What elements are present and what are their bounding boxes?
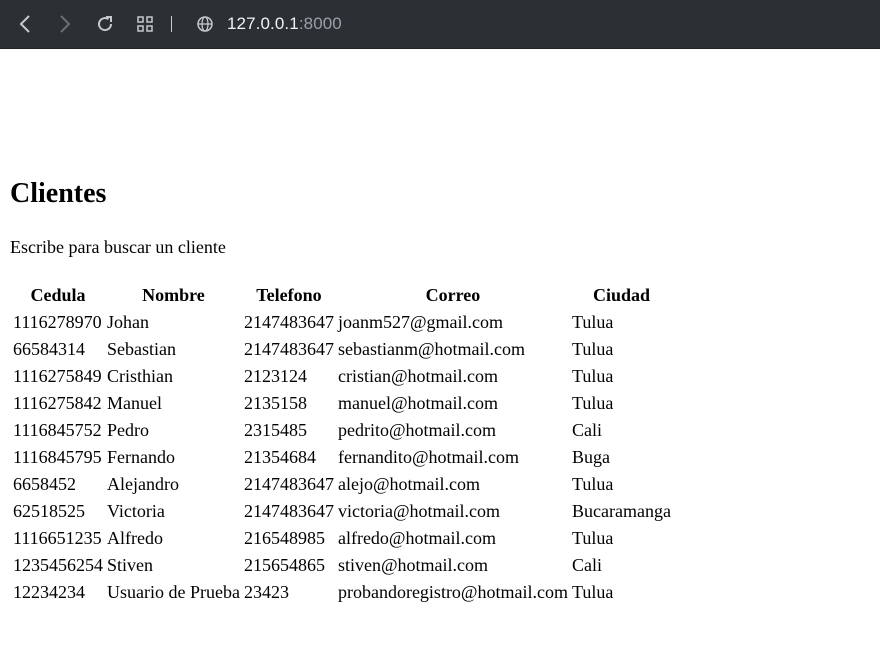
cell-cedula: 66584314: [13, 339, 85, 359]
table-row: 1235456254 Stiven 215654865 stiven@hotmail.…: [12, 553, 672, 578]
toolbar-divider: [171, 16, 172, 32]
table-row: 6658452 Alejandro 2147483647 alejo@hotmail.…: [12, 472, 672, 497]
table-row: 1116845795 Fernando 21354684 fernandito@hot…: [12, 445, 672, 470]
cell-telefono: 2147483647: [243, 339, 334, 359]
cell-ciudad: Tulua: [572, 582, 614, 602]
cell-ciudad: Tulua: [572, 393, 614, 413]
column-header-telefono: Telefono: [256, 285, 322, 305]
cell-nombre: Sebastian: [107, 339, 176, 359]
cell-telefono: 2315485: [243, 420, 307, 440]
cell-correo: manuel@hotmail.com: [337, 393, 499, 413]
table-row: 62518525 Victoria 2147483647 victoria@hotma…: [12, 499, 672, 524]
cell-nombre: Cristhian: [107, 366, 173, 386]
back-arrow-icon[interactable]: [15, 14, 35, 34]
cell-nombre: Usuario de Prueba: [107, 582, 240, 602]
cell-cedula: 62518525: [13, 501, 85, 521]
cell-ciudad: Tulua: [572, 528, 614, 548]
table-row: 1116275842 Manuel 2135158 manuel@hotmail.co…: [12, 391, 672, 416]
forward-arrow-icon[interactable]: [55, 14, 75, 34]
cell-telefono: 215654865: [243, 555, 325, 575]
cell-correo: stiven@hotmail.com: [337, 555, 489, 575]
cell-cedula: 1235456254: [13, 555, 103, 575]
cell-ciudad: Tulua: [572, 339, 614, 359]
browser-toolbar: 127.0.0.1:8000: [0, 0, 880, 49]
cell-nombre: Victoria: [107, 501, 165, 521]
address-bar[interactable]: 127.0.0.1:8000: [227, 14, 342, 34]
cell-correo: victoria@hotmail.com: [337, 501, 501, 521]
cell-ciudad: Bucaramanga: [572, 501, 671, 521]
cell-telefono: 2147483647: [243, 474, 334, 494]
column-header-correo: Correo: [425, 285, 481, 305]
cell-telefono: 23423: [243, 582, 289, 602]
cell-cedula: 12234234: [13, 582, 85, 602]
cell-ciudad: Cali: [572, 555, 602, 575]
cell-telefono: 21354684: [243, 447, 316, 467]
cell-ciudad: Tulua: [572, 366, 614, 386]
url-host: 127.0.0.1: [227, 14, 299, 33]
column-header-nombre: Nombre: [142, 285, 205, 305]
cell-telefono: 2147483647: [243, 501, 334, 521]
cell-nombre: Stiven: [107, 555, 154, 575]
cell-telefono: 2135158: [243, 393, 307, 413]
column-header-cedula: Cedula: [30, 285, 86, 305]
cell-correo: pedrito@hotmail.com: [337, 420, 497, 440]
cell-correo: probandoregistro@hotmail.com: [337, 582, 568, 602]
cell-nombre: Johan: [107, 312, 149, 332]
cell-cedula: 1116275849: [13, 366, 102, 386]
cell-cedula: 6658452: [13, 474, 76, 494]
cell-cedula: 1116845795: [13, 447, 102, 467]
cell-nombre: Alfredo: [107, 528, 163, 548]
search-hint: Escribe para buscar un cliente: [10, 237, 226, 257]
table-row: 66584314 Sebastian 2147483647 sebastianm@ho…: [12, 337, 672, 362]
table-row: 12234234 Usuario de Prueba 23423 probandore…: [12, 580, 672, 605]
cell-telefono: 216548985: [243, 528, 325, 548]
cell-telefono: 2123124: [243, 366, 307, 386]
cell-correo: alejo@hotmail.com: [337, 474, 481, 494]
cell-nombre: Alejandro: [107, 474, 179, 494]
cell-correo: joanm527@gmail.com: [337, 312, 504, 332]
cell-ciudad: Tulua: [572, 312, 614, 332]
cell-cedula: 1116845752: [13, 420, 102, 440]
cell-ciudad: Buga: [572, 447, 610, 467]
table-row: 1116278970 Johan 2147483647 joanm527@gmail.…: [12, 310, 672, 335]
table-row: 1116651235 Alfredo 216548985 alfredo@hotmai…: [12, 526, 672, 551]
cell-cedula: 1116651235: [13, 528, 102, 548]
apps-grid-icon[interactable]: [135, 14, 155, 34]
cell-telefono: 2147483647: [243, 312, 334, 332]
globe-icon: [195, 14, 215, 34]
table-row: 1116275849 Cristhian 2123124 cristian@hotma…: [12, 364, 672, 389]
column-header-ciudad: Ciudad: [592, 285, 650, 305]
cell-cedula: 1116278970: [13, 312, 102, 332]
cell-correo: cristian@hotmail.com: [337, 366, 499, 386]
cell-ciudad: Cali: [572, 420, 602, 440]
cell-nombre: Manuel: [107, 393, 162, 413]
page-title: Clientes: [10, 178, 107, 209]
table-header-row: Cedula Nombre Telefono Correo Ciudad: [12, 283, 672, 308]
cell-correo: sebastianm@hotmail.com: [337, 339, 526, 359]
cell-cedula: 1116275842: [13, 393, 102, 413]
url-port: :8000: [298, 14, 342, 33]
cell-nombre: Fernando: [107, 447, 175, 467]
cell-correo: alfredo@hotmail.com: [337, 528, 496, 548]
cell-correo: fernandito@hotmail.com: [337, 447, 519, 467]
clients-table: Cedula Nombre Telefono Correo Ciudad 111…: [10, 281, 674, 607]
cell-ciudad: Tulua: [572, 474, 614, 494]
reload-icon[interactable]: [95, 14, 115, 34]
cell-nombre: Pedro: [107, 420, 149, 440]
table-row: 1116845752 Pedro 2315485 pedrito@hotmail.co…: [12, 418, 672, 443]
